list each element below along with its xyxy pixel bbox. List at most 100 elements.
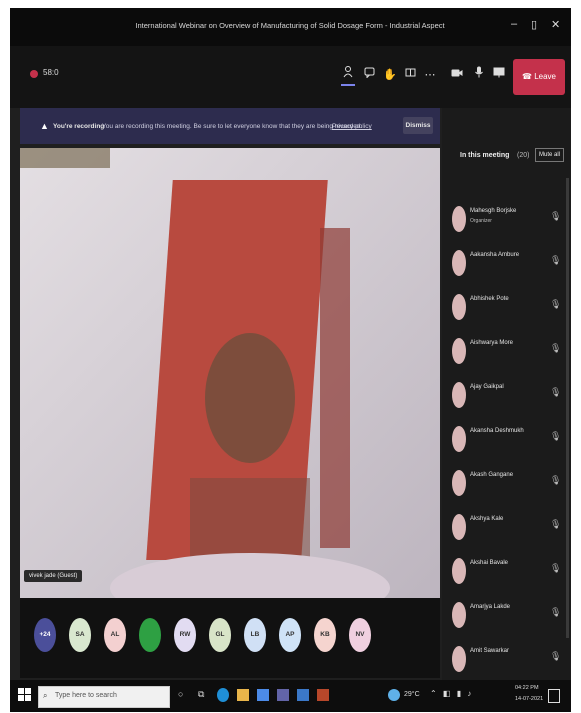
powerpoint-icon[interactable] bbox=[317, 689, 329, 701]
microphone-muted-icon[interactable]: 🎙 bbox=[550, 431, 561, 442]
participant-avatar[interactable]: NV bbox=[349, 618, 371, 652]
panel-scrollbar[interactable] bbox=[566, 178, 569, 638]
microphone-muted-icon[interactable]: 🎙 bbox=[550, 255, 561, 266]
microphone-muted-icon[interactable]: 🎙 bbox=[550, 343, 561, 354]
avatar bbox=[452, 558, 466, 584]
participant-row[interactable]: Akshya Kale 🎙 bbox=[442, 506, 567, 549]
cortana-icon[interactable]: ○ bbox=[178, 689, 183, 699]
participant-row[interactable]: Mahesgh Borjske Organizer 🎙 bbox=[442, 198, 567, 241]
main-video: vivek jade (Guest) bbox=[20, 148, 440, 598]
task-view-icon[interactable]: ⧉ bbox=[198, 689, 204, 700]
windows-taskbar: ⌕ Type here to search ○ ⧉ 29°C ⌃ ◧ ▮ ♪ 0… bbox=[10, 680, 571, 712]
warning-icon: ▲ bbox=[40, 121, 49, 131]
banner-message: You are recording this meeting. Be sure … bbox=[102, 123, 363, 130]
microphone-muted-icon[interactable]: 🎙 bbox=[550, 607, 561, 618]
participant-count: (20) bbox=[517, 152, 530, 159]
clock-date: 14-07-2021 bbox=[515, 696, 544, 702]
raise-hand-icon[interactable]: ✋ bbox=[383, 66, 397, 84]
file-explorer-icon[interactable] bbox=[237, 689, 249, 701]
participant-avatar[interactable]: SA bbox=[69, 618, 91, 652]
avatar bbox=[452, 382, 466, 408]
participant-avatar[interactable]: AP bbox=[279, 618, 301, 652]
teams-taskbar-icon[interactable] bbox=[277, 689, 289, 701]
edge-icon[interactable] bbox=[217, 688, 229, 702]
participant-avatar[interactable]: RW bbox=[174, 618, 196, 652]
avatar bbox=[452, 338, 466, 364]
participant-row[interactable]: Akshai Bavale 🎙 bbox=[442, 550, 567, 593]
share-screen-icon[interactable] bbox=[492, 66, 506, 84]
system-tray-icons[interactable]: ⌃ ◧ ▮ ♪ bbox=[430, 689, 473, 698]
participant-row[interactable]: Aakansha Ambure 🎙 bbox=[442, 242, 567, 285]
participant-avatar[interactable]: AL bbox=[104, 618, 126, 652]
participant-name: Abhishek Pote bbox=[470, 296, 509, 302]
participant-name: Aishwarya More bbox=[470, 340, 514, 346]
participant-name: Aakansha Ambure bbox=[470, 252, 520, 258]
taskbar-search[interactable]: ⌕ Type here to search bbox=[38, 686, 170, 708]
participant-row[interactable]: Amarjya Lakde 🎙 bbox=[442, 594, 567, 637]
recording-banner: ▲ You're recording You are recording thi… bbox=[20, 108, 440, 144]
participant-label: vivek jade (Guest) bbox=[24, 570, 83, 582]
participant-avatar[interactable]: +24 bbox=[34, 618, 56, 652]
participant-name: Ajay Gaikpal bbox=[470, 384, 504, 390]
windows-start-icon[interactable] bbox=[18, 688, 32, 702]
microphone-muted-icon[interactable]: 🎙 bbox=[550, 211, 561, 222]
avatar bbox=[452, 514, 466, 540]
avatar bbox=[452, 294, 466, 320]
minimize-button[interactable]: – bbox=[511, 18, 517, 30]
participants-panel: In this meeting (20) Mute all Mahesgh Bo… bbox=[442, 108, 571, 680]
close-button[interactable]: ✕ bbox=[551, 18, 560, 31]
avatar bbox=[452, 426, 466, 452]
avatar bbox=[452, 206, 466, 232]
microphone-muted-icon[interactable]: 🎙 bbox=[550, 475, 561, 486]
avatar bbox=[452, 470, 466, 496]
video-feed-image bbox=[20, 148, 440, 598]
leave-button[interactable]: ☎ Leave bbox=[513, 59, 565, 95]
title-bar: International Webinar on Overview of Man… bbox=[10, 8, 571, 46]
participant-row[interactable]: Aishwarya More 🎙 bbox=[442, 330, 567, 373]
participant-row[interactable]: Abhishek Pote 🎙 bbox=[442, 286, 567, 329]
participant-avatar[interactable] bbox=[139, 618, 161, 652]
participant-name: Mahesgh Borjske bbox=[470, 208, 517, 214]
microphone-muted-icon[interactable]: 🎙 bbox=[550, 387, 561, 398]
panel-title: In this meeting bbox=[460, 152, 510, 159]
participant-name: Akash Gangane bbox=[470, 472, 514, 478]
participant-row[interactable]: Ajay Gaikpal 🎙 bbox=[442, 374, 567, 417]
mute-all-button[interactable]: Mute all bbox=[535, 148, 565, 162]
meeting-toolbar: 58:0 ✋ ⋯ ☎ Leave bbox=[10, 46, 571, 108]
participants-icon[interactable] bbox=[341, 66, 355, 86]
participant-avatar[interactable]: LB bbox=[244, 618, 266, 652]
notifications-icon[interactable] bbox=[548, 689, 560, 703]
participant-avatar[interactable]: KB bbox=[314, 618, 336, 652]
maximize-button[interactable]: ▯ bbox=[531, 18, 537, 31]
avatar bbox=[452, 250, 466, 276]
microphone-muted-icon[interactable]: 🎙 bbox=[550, 651, 561, 662]
weather-icon[interactable] bbox=[388, 689, 400, 701]
search-placeholder: Type here to search bbox=[55, 692, 117, 699]
microphone-muted-icon[interactable]: 🎙 bbox=[550, 519, 561, 530]
participant-name: Amit Sawarkar bbox=[470, 648, 510, 654]
video-strip: +24 SA AL RW GL LB AP KB NV bbox=[20, 598, 440, 678]
teams-window: International Webinar on Overview of Man… bbox=[10, 8, 571, 712]
search-icon: ⌕ bbox=[43, 691, 48, 700]
microphone-muted-icon[interactable]: 🎙 bbox=[550, 563, 561, 574]
rooms-icon[interactable] bbox=[403, 66, 417, 84]
temperature: 29°C bbox=[404, 691, 420, 698]
participant-avatar[interactable]: GL bbox=[209, 618, 231, 652]
store-icon[interactable] bbox=[257, 689, 269, 701]
meeting-timer: 58:0 bbox=[43, 68, 59, 77]
more-actions-icon[interactable]: ⋯ bbox=[423, 66, 437, 84]
participant-row[interactable]: Amit Sawarkar 🎙 bbox=[442, 638, 567, 681]
privacy-policy-link[interactable]: Privacy policy bbox=[332, 123, 372, 130]
participant-name: Akansha Deshmukh bbox=[470, 428, 524, 434]
participant-row[interactable]: Akansha Deshmukh 🎙 bbox=[442, 418, 567, 461]
chat-icon[interactable] bbox=[362, 66, 376, 84]
microphone-icon[interactable] bbox=[472, 66, 486, 84]
leave-label: Leave bbox=[534, 72, 556, 81]
dismiss-button[interactable]: Dismiss bbox=[403, 117, 433, 134]
participant-name: Akshai Bavale bbox=[470, 560, 509, 566]
word-icon[interactable] bbox=[297, 689, 309, 701]
avatar bbox=[452, 646, 466, 672]
microphone-muted-icon[interactable]: 🎙 bbox=[550, 299, 561, 310]
participant-row[interactable]: Akash Gangane 🎙 bbox=[442, 462, 567, 505]
camera-icon[interactable] bbox=[450, 66, 464, 84]
